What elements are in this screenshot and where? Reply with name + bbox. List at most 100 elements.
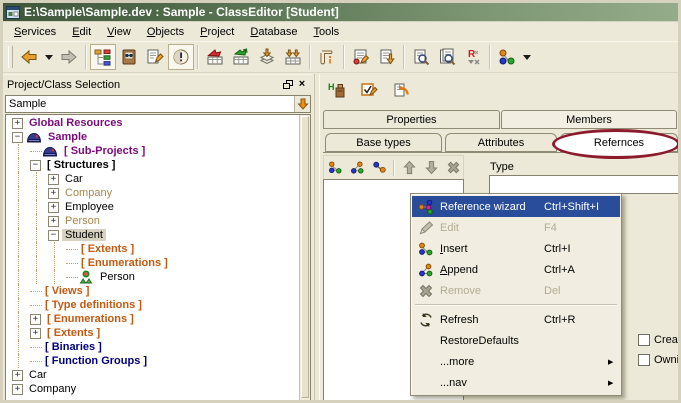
menu-database[interactable]: Database: [242, 24, 305, 40]
expand-icon[interactable]: +: [30, 328, 41, 339]
tree-item-employee[interactable]: +Employee: [6, 200, 298, 214]
link-reference-button[interactable]: [370, 158, 390, 178]
expand-icon[interactable]: +: [12, 118, 23, 129]
back-history-button[interactable]: [42, 44, 56, 70]
checkbox-create[interactable]: Creat: [638, 334, 681, 346]
tree-item-car[interactable]: +Car: [6, 368, 298, 382]
tree-item-enumerations[interactable]: +[ Enumerations ]: [6, 312, 298, 326]
forward-button[interactable]: [56, 44, 82, 70]
tree-item-extents[interactable]: [ Extents ]: [6, 242, 298, 256]
edit-entry-button[interactable]: [142, 44, 168, 70]
remove-reference-button: [443, 158, 463, 178]
context-item-append[interactable]: AppendCtrl+A: [412, 259, 620, 280]
reference-tools-button[interactable]: [494, 44, 520, 70]
menu-objects[interactable]: Objects: [139, 24, 192, 40]
tree-item-car[interactable]: +Car: [6, 172, 298, 186]
tree-item-global-resources[interactable]: +Global Resources: [6, 116, 298, 130]
float-window-icon[interactable]: [281, 78, 295, 92]
tree-leaf-stub: [28, 144, 42, 158]
consistency-check-button[interactable]: [168, 44, 194, 70]
expand-icon[interactable]: +: [30, 314, 41, 325]
script-button[interactable]: [314, 44, 340, 70]
tree-item-binaries[interactable]: [ Binaries ]: [6, 340, 298, 354]
tree-item-sample[interactable]: −Sample: [6, 130, 298, 144]
insert-reference-button[interactable]: [326, 158, 346, 178]
tree-item-type-definitions[interactable]: [ Type definitions ]: [6, 298, 298, 312]
tab-attributes[interactable]: Attributes: [445, 133, 557, 152]
entry-save-button[interactable]: [374, 44, 400, 70]
catalog-button[interactable]: [116, 44, 142, 70]
expand-icon[interactable]: +: [48, 216, 59, 227]
append-reference-button[interactable]: [348, 158, 368, 178]
tree-item-function-groups[interactable]: [ Function Groups ]: [6, 354, 298, 368]
tree-item-student[interactable]: −Student: [6, 228, 298, 242]
tree-item-views[interactable]: [ Views ]: [6, 284, 298, 298]
reference-tools-more-button[interactable]: [520, 44, 534, 70]
import-green-button[interactable]: [228, 44, 254, 70]
close-icon[interactable]: ×: [295, 78, 309, 92]
checkbox-owning[interactable]: Ownin: [638, 354, 681, 366]
context-item-shortcut: Del: [544, 285, 608, 297]
layer-stack-icon: [258, 48, 276, 66]
context-item-more[interactable]: ...more▶: [412, 351, 620, 372]
restore-defaults-button[interactable]: [389, 78, 413, 102]
context-item-restoredefaults[interactable]: RestoreDefaults: [412, 330, 620, 351]
tree-item-extents[interactable]: +[ Extents ]: [6, 326, 298, 340]
rebuild-button[interactable]: R: [460, 44, 486, 70]
tab-properties[interactable]: Properties: [323, 110, 500, 129]
tab-base-types[interactable]: Base types: [325, 133, 442, 152]
toolbar-grip[interactable]: [8, 46, 13, 68]
tree-item-company[interactable]: +Company: [6, 186, 298, 200]
document-preview-icon: [438, 48, 456, 66]
collapse-icon[interactable]: −: [12, 132, 23, 143]
class-hierarchy-button[interactable]: [90, 44, 116, 70]
context-item-insert[interactable]: InsertCtrl+I: [412, 238, 620, 259]
edit-check-button[interactable]: [357, 78, 381, 102]
checkbox-icon[interactable]: [638, 354, 650, 366]
type-input[interactable]: [489, 175, 679, 194]
project-combo[interactable]: Sample: [5, 95, 311, 113]
stack-button[interactable]: [254, 44, 280, 70]
back-button[interactable]: [16, 44, 42, 70]
collapse-icon[interactable]: −: [30, 160, 41, 171]
menu-services[interactable]: Services: [6, 24, 64, 40]
context-item-reference-wizard[interactable]: Reference wizardCtrl+Shift+I: [412, 196, 620, 217]
project-class-selection-panel: Project/Class Selection × Sample +Global…: [3, 74, 313, 400]
entry-preview-button[interactable]: [434, 44, 460, 70]
table-download-button[interactable]: [280, 44, 306, 70]
tree-item-person[interactable]: Person: [6, 270, 298, 284]
menu-tools[interactable]: Tools: [305, 24, 347, 40]
tree-vertical-scrollbar[interactable]: [299, 115, 310, 400]
tree-guide-line: [28, 270, 46, 284]
combo-dropdown-button[interactable]: [294, 96, 310, 112]
expand-icon[interactable]: +: [12, 370, 23, 381]
tree-item-structures[interactable]: −[ Structures ]: [6, 158, 298, 172]
context-item-shortcut: Ctrl+A: [544, 264, 608, 276]
menu-project[interactable]: Project: [192, 24, 242, 40]
menu-view[interactable]: View: [99, 24, 139, 40]
expand-icon[interactable]: +: [48, 174, 59, 185]
checkbox-icon[interactable]: [638, 334, 650, 346]
insert-balls-icon: [412, 241, 440, 257]
tree-item-person[interactable]: +Person: [6, 214, 298, 228]
entry-modify-button[interactable]: [348, 44, 374, 70]
tree-item-company[interactable]: +Company: [6, 382, 298, 396]
h-tool-button[interactable]: H: [325, 78, 349, 102]
scrollbar-thumb[interactable]: [301, 116, 309, 398]
menu-edit[interactable]: Edit: [64, 24, 99, 40]
title-bar[interactable]: E:\Sample\Sample.dev : Sample - ClassEdi…: [3, 3, 678, 22]
panel-splitter[interactable]: [314, 74, 320, 400]
collapse-icon[interactable]: −: [48, 230, 59, 241]
tree-item-enumerations[interactable]: [ Enumerations ]: [6, 256, 298, 270]
context-item-refresh[interactable]: RefreshCtrl+R: [412, 309, 620, 330]
expand-icon[interactable]: +: [48, 202, 59, 213]
project-icon: [26, 130, 43, 144]
tree-leaf-stub: [28, 284, 42, 298]
expand-icon[interactable]: +: [12, 384, 23, 395]
import-red-button[interactable]: [202, 44, 228, 70]
tree-item-sub-projects[interactable]: [ Sub-Projects ]: [6, 144, 298, 158]
tab-members[interactable]: Members: [501, 110, 677, 129]
context-item-nav[interactable]: ...nav▶: [412, 372, 620, 393]
expand-icon[interactable]: +: [48, 188, 59, 199]
entry-find-button[interactable]: [408, 44, 434, 70]
